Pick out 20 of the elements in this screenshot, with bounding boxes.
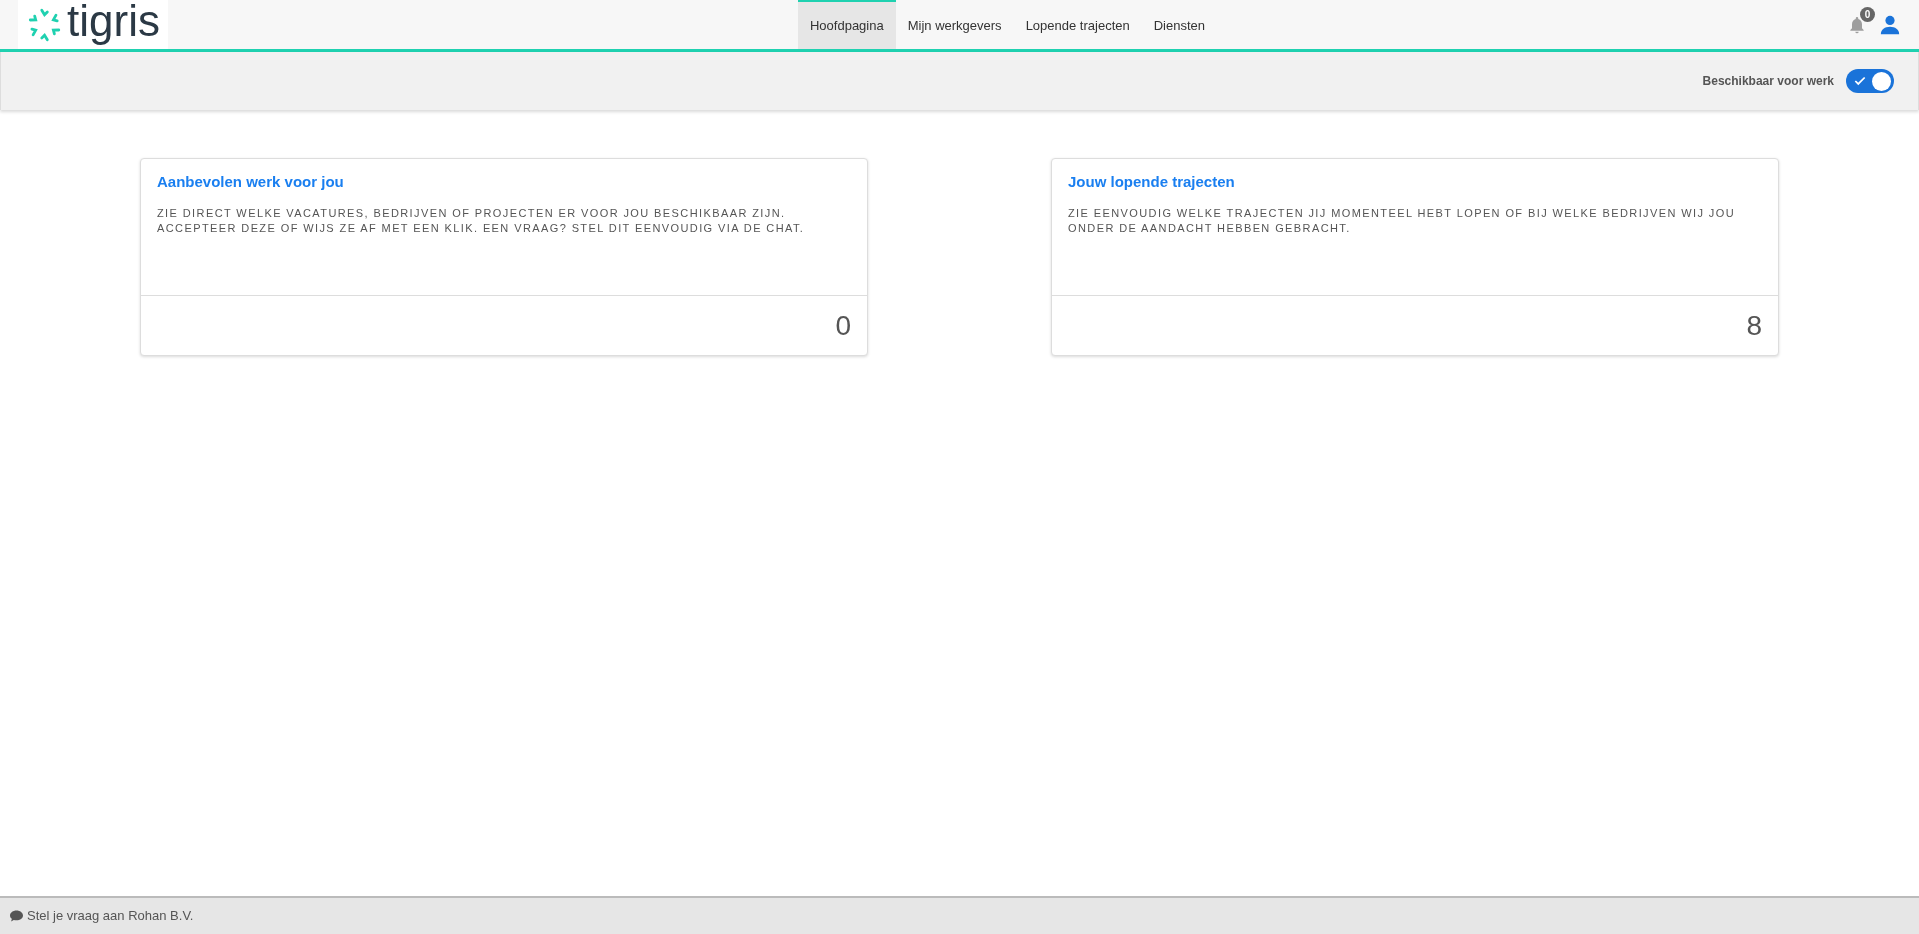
card-description: ZIE DIRECT WELKE VACATURES, BEDRIJVEN OF PROJECTEN ER VOOR JOU BESCHIKBAAR ZIJN. ACCEPTEER DEZE OF WIJS ZE AF MET EEN KLIK. EEN VRAAG? STEL DIT EENVOUDIG VIA DE CHAT. (157, 205, 806, 236)
chat-prompt[interactable]: Stel je vraag aan Rohan B.V. (27, 906, 194, 926)
availability-label: Beschikbaar voor werk (1702, 73, 1834, 90)
chat-bubble-icon (10, 910, 23, 922)
bell-icon[interactable] (1847, 14, 1867, 35)
availability-toggle[interactable] (1846, 69, 1894, 93)
dashboard-card[interactable]: Aanbevolen werk voor jou ZIE DIRECT WELKE VACATURES, BEDRIJVEN OF PROJECTEN ER VOOR JOU BESCHIKBAAR ZIJN. ACCEPTEER DEZE OF WIJS ZE AF MET EEN KLIK. EEN VRAAG? STEL DIT EENVOUDIG VIA DE CHAT. 0 (140, 158, 868, 356)
nav-tab[interactable]: Hoofdpagina (797, 0, 896, 49)
nav-tab[interactable]: Lopende trajecten (1013, 0, 1142, 49)
card-count: 0 (835, 308, 851, 343)
user-icon[interactable] (1879, 13, 1901, 36)
card-title[interactable]: Aanbevolen werk voor jou (157, 171, 851, 194)
check-icon (1853, 74, 1867, 88)
card-count: 8 (1746, 308, 1762, 343)
notification-count: 0 (1860, 6, 1875, 22)
card-title[interactable]: Jouw lopende trajecten (1068, 171, 1762, 194)
nav-tab[interactable]: Mijn werkgevers (895, 0, 1014, 49)
nav-tab[interactable]: Diensten (1141, 0, 1218, 49)
dashboard-card[interactable]: Jouw lopende trajecten ZIE EENVOUDIG WELKE TRAJECTEN JIJ MOMENTEEL HEBT LOPEN OF BIJ WELKE BEDRIJVEN WIJ JOU ONDER DE AANDACHT HEBBEN GEBRACHT. 8 (1051, 158, 1779, 356)
card-description: ZIE EENVOUDIG WELKE TRAJECTEN JIJ MOMENTEEL HEBT LOPEN OF BIJ WELKE BEDRIJVEN WIJ JOU ONDER DE AANDACHT HEBBEN GEBRACHT. (1068, 205, 1737, 236)
